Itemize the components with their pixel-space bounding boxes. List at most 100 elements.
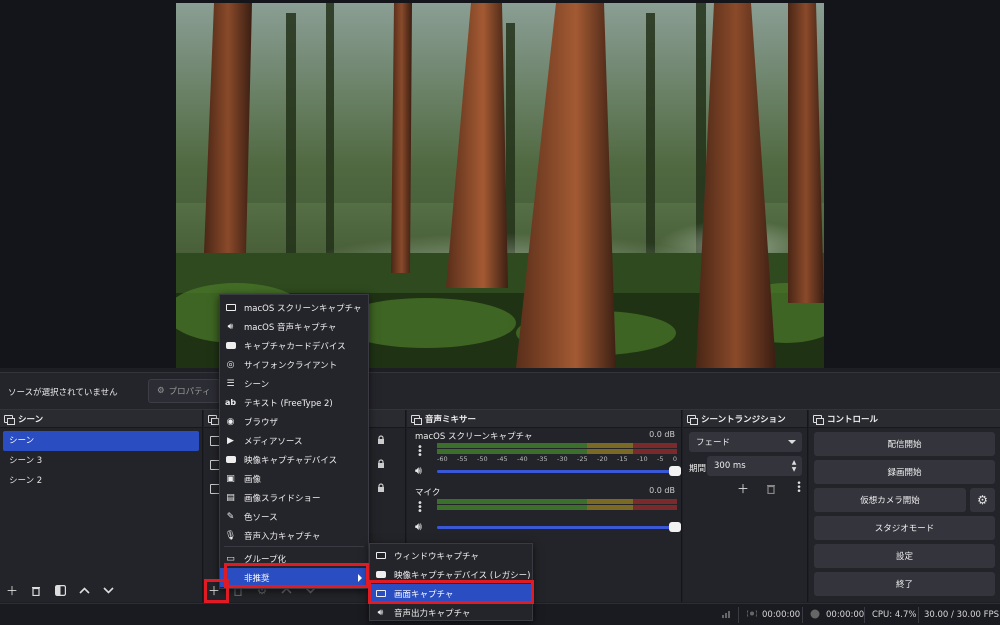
add-scene-button[interactable]: ＋ (4, 582, 20, 598)
menu-item-group[interactable]: ▭ グループ化 (220, 549, 368, 568)
menu-item-text-freetype[interactable]: ab テキスト (FreeType 2) (220, 393, 368, 412)
add-transition-button[interactable]: ＋ (735, 480, 751, 496)
chevron-right-icon (358, 574, 362, 582)
start-record-button[interactable]: 録画開始 (814, 460, 995, 484)
start-virtualcam-button[interactable]: 仮想カメラ開始 (814, 488, 966, 512)
studio-mode-button[interactable]: スタジオモード (814, 516, 995, 540)
speaker-icon[interactable]: 🔊︎ (415, 520, 429, 533)
properties-button[interactable]: ⚙ プロパティ (148, 379, 220, 403)
lock-icon[interactable] (376, 435, 386, 445)
cpu-usage: CPU: 4.7% (872, 610, 917, 620)
record-time: 00:00:00 (826, 610, 865, 620)
network-icon (722, 609, 732, 621)
menu-item-video-capture-device[interactable]: 映像キャプチャデバイス (220, 450, 368, 469)
menu-item-video-capture-legacy[interactable]: 映像キャプチャデバイス (レガシー) (370, 565, 532, 584)
slider-handle[interactable] (669, 522, 681, 532)
menu-item-macos-screen-capture[interactable]: macOS スクリーンキャプチャ (220, 298, 368, 317)
no-source-label: ソースが選択されていません (8, 388, 118, 398)
dock-float-icon[interactable] (411, 414, 422, 425)
exit-button[interactable]: 終了 (814, 572, 995, 596)
speaker-icon[interactable]: 🔊︎ (415, 464, 429, 477)
menu-item-audio-input-capture[interactable]: 🎙︎ 音声入力キャプチャ (220, 526, 368, 545)
speaker-icon: 🔊︎ (377, 607, 384, 618)
window-icon (375, 550, 386, 561)
dock-float-icon[interactable] (813, 414, 824, 425)
obs-window: ソースが選択されていません ⚙ プロパティ シーン シーン シーン 3 シーン … (0, 0, 1000, 625)
menu-item-audio-output-capture[interactable]: 🔊︎ 音声出力キャプチャ (370, 603, 532, 622)
menu-item-media-source[interactable]: ▶ メディアソース (220, 431, 368, 450)
transitions-toolbar: ＋ • • • (735, 480, 807, 497)
transitions-dock-title: シーントランジション (683, 410, 807, 428)
dock-float-icon[interactable] (4, 414, 15, 425)
scene-list: シーン シーン 3 シーン 2 (0, 428, 202, 494)
menu-item-capture-card[interactable]: キャプチャカードデバイス (220, 336, 368, 355)
menu-item-image-slideshow[interactable]: ▤ 画像スライドショー (220, 488, 368, 507)
folder-icon: ▭ (226, 553, 235, 564)
menu-item-macos-audio-capture[interactable]: 🔊︎ macOS 音声キャプチャ (220, 317, 368, 336)
menu-item-scene[interactable]: ☰ シーン (220, 374, 368, 393)
slider-handle[interactable] (669, 466, 681, 476)
meter-scale: -60 -55 -50 -45 -40 -35 -30 -25 -20 -15 -10 -5 0 (437, 455, 677, 463)
menu-item-deprecated[interactable]: 非推奨 (220, 568, 368, 587)
settings-button[interactable]: 設定 (814, 544, 995, 568)
channel-name: マイク (415, 488, 441, 498)
menu-item-color-source[interactable]: ✎ 色ソース (220, 507, 368, 526)
mixer-channel: マイク 0.0 dB • • • 🔊︎ (413, 486, 685, 538)
filter-icon (54, 584, 66, 596)
volume-meter (437, 443, 677, 448)
image-icon: ▣ (226, 473, 235, 484)
gear-icon: ⚙ (157, 386, 165, 396)
channel-menu-icon[interactable]: • • • (417, 443, 423, 461)
remove-scene-button[interactable] (28, 582, 44, 598)
transition-menu-icon[interactable]: • • • (791, 480, 807, 497)
trash-icon (767, 484, 775, 494)
duration-input[interactable]: 300 ms ▲ ▼ (707, 456, 802, 476)
scene-filters-button[interactable] (52, 582, 68, 598)
context-bar: ソースが選択されていません ⚙ プロパティ (0, 372, 1000, 410)
remove-transition-button[interactable] (763, 480, 779, 496)
transition-select[interactable]: フェード (689, 432, 802, 452)
globe-icon: ◉ (226, 416, 235, 427)
menu-item-window-capture[interactable]: ウィンドウキャプチャ (370, 546, 532, 565)
duration-label: 期間 (689, 464, 707, 474)
chevron-down-icon (102, 586, 114, 594)
slideshow-icon: ▤ (226, 492, 235, 503)
channel-menu-icon[interactable]: • • • (417, 499, 423, 517)
scenes-toolbar: ＋ (4, 582, 116, 598)
virtualcam-settings-button[interactable]: ⚙ (970, 488, 995, 512)
volume-slider[interactable] (437, 466, 681, 476)
scenes-dock-title: シーン (0, 410, 202, 428)
text-icon: ab (224, 398, 237, 407)
scene-item[interactable]: シーン 2 (3, 471, 199, 491)
menu-item-image[interactable]: ▣ 画像 (220, 469, 368, 488)
stream-status-icon (746, 609, 758, 621)
dock-float-icon[interactable] (687, 414, 698, 425)
chevron-down-icon (788, 440, 796, 444)
dock-float-icon[interactable] (208, 414, 219, 425)
monitor-icon (225, 302, 236, 313)
menu-item-browser[interactable]: ◉ ブラウザ (220, 412, 368, 431)
scene-item[interactable]: シーン 3 (3, 451, 199, 471)
monitor-icon (375, 588, 386, 599)
start-stream-button[interactable]: 配信開始 (814, 432, 995, 456)
transitions-title: シーントランジション (701, 414, 786, 425)
deprecated-submenu: ウィンドウキャプチャ 映像キャプチャデバイス (レガシー) 画面キャプチャ 🔊︎… (369, 543, 533, 621)
scene-item[interactable]: シーン (3, 431, 199, 451)
gamepad-icon: ◎ (226, 359, 235, 370)
menu-item-syphon-client[interactable]: ◎ サイフォンクライアント (220, 355, 368, 374)
scenes-dock: シーン シーン シーン 3 シーン 2 ＋ (0, 410, 203, 602)
move-scene-up-button[interactable] (76, 582, 92, 598)
move-scene-down-button[interactable] (100, 582, 116, 598)
volume-slider[interactable] (437, 522, 681, 532)
speaker-icon: 🔊︎ (227, 321, 234, 332)
transition-selected: フェード (696, 438, 731, 448)
brush-icon: ✎ (226, 511, 235, 522)
duration-value: 300 ms (714, 461, 746, 471)
spinbox-arrows-icon[interactable]: ▲ ▼ (790, 459, 798, 473)
menu-item-screen-capture[interactable]: 画面キャプチャ (370, 584, 532, 603)
lock-icon[interactable] (376, 459, 386, 469)
camera-icon (225, 454, 236, 465)
gear-icon: ⚙ (977, 493, 988, 507)
add-source-menu: macOS スクリーンキャプチャ 🔊︎ macOS 音声キャプチャ キャプチャカー… (219, 294, 369, 589)
lock-icon[interactable] (376, 483, 386, 493)
